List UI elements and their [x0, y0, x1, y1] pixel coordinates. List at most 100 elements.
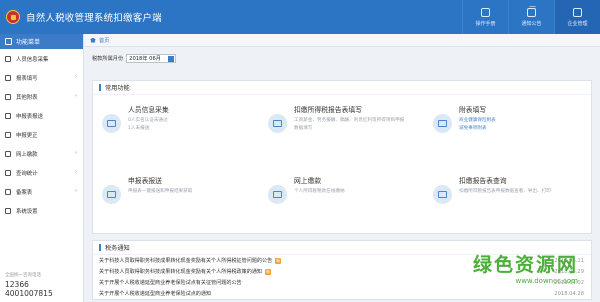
edit-icon — [5, 131, 11, 138]
notice-text: 关于开展个人税收递延型商业养老保险试点的通知 — [99, 291, 212, 297]
period-value: 2018年 06月 — [129, 56, 161, 62]
func-report-submit[interactable]: 申报表报送 申报表一键报送和申报结果获取 — [95, 169, 255, 224]
func-desc: 扣缴所得税报告表申报数据查看、导出、打印 — [459, 188, 581, 196]
tax-emblem-icon — [6, 10, 20, 24]
manual-button[interactable]: 操作手册 — [462, 0, 508, 34]
building-icon — [573, 7, 582, 17]
func-desc-line: 工资薪金、劳务报酬、稿酬、利息红利等所得项目申报 — [294, 118, 405, 123]
func-desc: 申报表一键报送和申报结果获取 — [128, 188, 250, 196]
sidebar-item-report-fill[interactable]: 报表填写 › — [0, 68, 83, 87]
sidebar-item-label: 报表填写 — [16, 75, 38, 82]
notice-text: 关于开展个人税收递延型商业养老保险试点有关征管问题的公告 — [99, 280, 242, 286]
notice-text: 关于科技人员取得职务科技成果转化现金奖励有关个人所得税征管问题的公告 — [99, 258, 273, 264]
notice-row[interactable]: 关于开展个人税收递延型商业养老保险试点的通知 2018.04.28 — [99, 288, 589, 299]
company-manage-button[interactable]: 企业管理 — [554, 0, 600, 34]
sidebar-item-label: 网上缴款 — [16, 151, 38, 158]
func-desc: 个人所得税税款在线缴纳 — [294, 188, 416, 196]
common-functions-title: 常用功能 — [93, 81, 591, 95]
notice-label: 通知公告 — [521, 20, 542, 27]
sidebar-item-label: 其他附表 — [16, 94, 38, 101]
manual-label: 操作手册 — [475, 20, 496, 27]
submit-icon — [102, 185, 121, 204]
func-report-query[interactable]: 扣缴报告表查询 扣缴所得税报告表申报数据查看、导出、打印 — [426, 169, 586, 224]
home-icon — [90, 37, 96, 43]
chevron-right-icon: › — [75, 93, 77, 99]
sidebar-title: 功能菜单 — [16, 39, 41, 46]
chevron-right-icon: › — [75, 188, 77, 194]
hotline-number-1: 12366 — [5, 280, 29, 289]
sidebar-item-report-correct[interactable]: 申报更正 — [0, 125, 83, 144]
company-manage-label: 企业管理 — [567, 20, 588, 27]
sidebar-item-label: 系统设置 — [16, 208, 38, 215]
func-online-payment[interactable]: 网上缴款 个人所得税税款在线缴纳 — [261, 169, 421, 224]
sidebar-item-filing-forms[interactable]: 备案表 › — [0, 182, 83, 201]
func-title: 网上缴款 — [294, 177, 322, 185]
func-person-info[interactable]: 人员信息采集 0人实名认证未通过 1人未报送 — [95, 98, 255, 153]
bell-icon — [527, 7, 536, 17]
notice-text: 关于科技人员取得职务科技成果转化现金奖励有关个人所得税政策的通知 — [99, 269, 263, 275]
watermark-title: 绿色资源网 — [472, 254, 578, 276]
edit-note-icon — [433, 114, 452, 133]
notice-button[interactable]: 通知公告 — [508, 0, 554, 34]
sidebar-item-report-submit[interactable]: 申报表报送 — [0, 106, 83, 125]
func-desc-line: 扣缴所得税报告表申报数据查看、导出、打印 — [459, 189, 551, 194]
hotline: 全国统一咨询电话 12366 4001007815 — [5, 272, 53, 298]
query-icon — [433, 185, 452, 204]
watermark-url: www.downcc.com — [515, 277, 578, 285]
top-bar: 自然人税收管理系统扣缴客户端 — 操作手册 通知公告 企业管理 — [0, 0, 600, 34]
sidebar-item-online-payment[interactable]: 网上缴款 › — [0, 144, 83, 163]
file-icon — [5, 188, 11, 195]
sidebar-item-person-info[interactable]: 人员信息采集 — [0, 49, 83, 68]
func-desc-line: 个人所得税税款在线缴纳 — [294, 189, 345, 194]
gear-icon — [5, 207, 11, 214]
sidebar-item-label: 人员信息采集 — [16, 56, 49, 63]
period-input[interactable]: 2018年 06月 — [126, 54, 177, 63]
app-title: 自然人税收管理系统扣缴客户端 — [26, 13, 162, 24]
func-desc: 0人实名认证未通过 1人未报送 — [128, 117, 250, 133]
breadcrumb: 首页 — [85, 34, 600, 47]
breadcrumb-home[interactable]: 首页 — [99, 37, 109, 44]
sidebar: 功能菜单 人员信息采集 报表填写 › 其他附表 › 申报表报送 申报更正 网上缴款 ›… — [0, 34, 84, 302]
chevron-right-icon: › — [75, 169, 77, 175]
calendar-icon[interactable] — [168, 56, 175, 62]
sidebar-item-label: 查询统计 — [16, 170, 38, 177]
func-desc-line: 0人实名认证未通过 — [128, 118, 168, 123]
func-desc: 商业健康保险附表 — [459, 117, 581, 125]
sidebar-item-settings[interactable]: 系统设置 — [0, 201, 83, 220]
func-link-health-insurance[interactable]: 商业健康保险附表 — [459, 117, 581, 125]
func-schedule-fill[interactable]: 附表填写 商业健康保险附表 减免事项附表 — [426, 98, 586, 153]
sidebar-item-label: 申报表报送 — [16, 113, 43, 120]
new-badge: 新 — [265, 268, 272, 275]
func-withholding-report[interactable]: 扣缴所得税报告表填写 工资薪金、劳务报酬、稿酬、利息红利等所得项目申报 数据填写 — [261, 98, 421, 153]
func-desc-line: 1人未报送 — [128, 126, 150, 131]
person-card-icon — [102, 114, 121, 133]
grid-icon — [5, 93, 11, 100]
sidebar-item-label: 备案表 — [16, 189, 33, 196]
sidebar-item-query-stats[interactable]: 查询统计 › — [0, 163, 83, 182]
func-title: 扣缴报告表查询 — [459, 177, 507, 185]
notice-date: 2018.04.28 — [554, 290, 584, 297]
chevron-right-icon: › — [75, 150, 77, 156]
sidebar-item-other-schedules[interactable]: 其他附表 › — [0, 87, 83, 106]
func-desc-line: 申报表一键报送和申报结果获取 — [128, 189, 193, 194]
menu-icon — [5, 38, 12, 45]
func-desc: 工资薪金、劳务报酬、稿酬、利息红利等所得项目申报 数据填写 — [294, 117, 416, 133]
report-form-icon — [268, 114, 287, 133]
period-label: 税款所属月份 — [92, 56, 124, 62]
payment-icon — [5, 150, 11, 157]
chevron-right-icon: › — [75, 74, 77, 80]
manual-icon — [481, 7, 490, 17]
func-link-reduction[interactable]: 减免事项附表 — [459, 125, 487, 131]
send-icon — [5, 112, 11, 119]
person-icon — [5, 55, 11, 62]
func-title: 扣缴所得税报告表填写 — [294, 106, 362, 114]
new-badge: 新 — [275, 257, 282, 264]
period-selector: 税款所属月份 2018年 06月 — [92, 54, 177, 63]
func-title: 人员信息采集 — [128, 106, 169, 114]
form-icon — [5, 74, 11, 81]
watermark: 绿色资源网 www.downcc.com — [473, 250, 578, 285]
payment-card-icon — [268, 185, 287, 204]
func-desc-line: 数据填写 — [294, 126, 313, 131]
hotline-number-2: 4001007815 — [5, 289, 53, 298]
hotline-label: 全国统一咨询电话 — [5, 273, 41, 278]
